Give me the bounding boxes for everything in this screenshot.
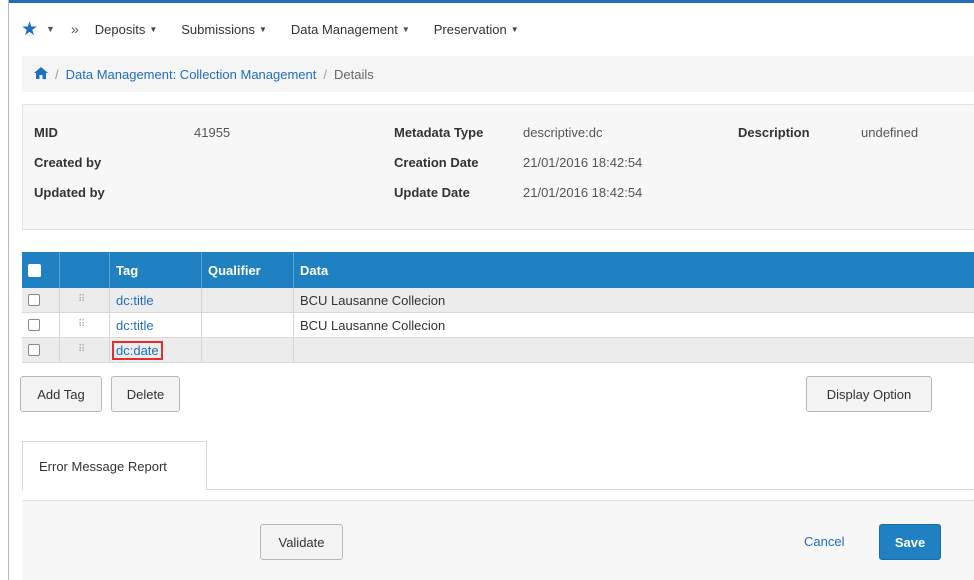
tag-cell: dc:date: [110, 338, 202, 362]
table-row[interactable]: ⠿ dc:title BCU Lausanne Collecion: [22, 288, 974, 313]
metadata-table: Tag Qualifier Data ⠿ dc:title BCU Lausan…: [22, 252, 974, 363]
tag-cell: dc:title: [110, 288, 202, 312]
drag-handle-icon[interactable]: ⠿: [60, 313, 110, 337]
breadcrumb: / Data Management: Collection Management…: [22, 56, 974, 92]
menu-preservation[interactable]: Preservation ▼: [434, 22, 519, 37]
favorites-star-icon[interactable]: ★: [21, 20, 38, 39]
qualifier-cell[interactable]: [202, 313, 294, 337]
row-checkbox[interactable]: [28, 294, 40, 306]
add-tag-button[interactable]: Add Tag: [20, 376, 102, 412]
display-option-button[interactable]: Display Option: [806, 376, 932, 412]
created-by-label: Created by: [34, 155, 102, 170]
updated-by-label: Updated by: [34, 185, 105, 200]
details-panel: MID 41955 Created by Updated by Metadata…: [22, 104, 974, 230]
main-menu: Deposits ▼ Submissions ▼ Data Management ▼ …: [95, 22, 543, 37]
column-header-data[interactable]: Data: [294, 252, 974, 288]
expand-menu-icon[interactable]: »: [71, 21, 79, 37]
update-date-label: Update Date: [394, 185, 470, 200]
menu-deposits[interactable]: Deposits ▼: [95, 22, 158, 37]
data-cell[interactable]: BCU Lausanne Collecion: [294, 313, 974, 337]
creation-date-label: Creation Date: [394, 155, 479, 170]
drag-column-header: [60, 252, 110, 288]
caret-down-icon: ▼: [258, 24, 267, 34]
tag-link[interactable]: dc:title: [116, 318, 154, 333]
tag-link[interactable]: dc:title: [116, 293, 154, 308]
row-checkbox-cell: [22, 338, 60, 362]
qualifier-cell[interactable]: [202, 288, 294, 312]
tab-divider: [207, 489, 974, 490]
save-button[interactable]: Save: [879, 524, 941, 560]
delete-button[interactable]: Delete: [111, 376, 180, 412]
qualifier-cell[interactable]: [202, 338, 294, 362]
frame-border: [8, 0, 9, 580]
breadcrumb-separator: /: [323, 66, 328, 82]
home-icon[interactable]: [34, 66, 48, 82]
menu-label: Deposits: [94, 21, 146, 37]
cancel-button[interactable]: Cancel: [804, 534, 844, 549]
menu-submissions[interactable]: Submissions ▼: [181, 22, 267, 37]
tag-cell: dc:title: [110, 313, 202, 337]
metadata-type-value: descriptive:dc: [523, 125, 603, 140]
top-navigation: ★ ▼ » Deposits ▼ Submissions ▼ Data Manage…: [9, 3, 974, 55]
drag-handle-icon[interactable]: ⠿: [60, 288, 110, 312]
menu-label: Preservation: [433, 21, 507, 37]
tag-link-highlighted[interactable]: dc:date: [112, 340, 163, 360]
description-value: undefined: [861, 125, 919, 140]
caret-down-icon: ▼: [149, 24, 158, 34]
caret-down-icon: ▼: [401, 24, 410, 34]
favorites-caret-icon[interactable]: ▼: [46, 24, 55, 34]
validate-button[interactable]: Validate: [260, 524, 343, 560]
data-cell[interactable]: [294, 338, 974, 362]
row-checkbox-cell: [22, 313, 60, 337]
mid-value: 41955: [194, 125, 231, 140]
row-checkbox-cell: [22, 288, 60, 312]
menu-data-management[interactable]: Data Management ▼: [291, 22, 410, 37]
creation-date-value: 21/01/2016 18:42:54: [523, 155, 643, 170]
select-all-cell: [22, 252, 60, 288]
mid-label: MID: [34, 125, 58, 140]
row-checkbox[interactable]: [28, 344, 40, 356]
metadata-type-label: Metadata Type: [394, 125, 484, 140]
table-row[interactable]: ⠿ dc:date: [22, 338, 974, 363]
table-row[interactable]: ⠿ dc:title BCU Lausanne Collecion: [22, 313, 974, 338]
caret-down-icon: ▼: [510, 24, 519, 34]
description-label: Description: [738, 125, 810, 140]
menu-label: Submissions: [181, 21, 255, 37]
breadcrumb-separator: /: [55, 66, 59, 82]
table-header: Tag Qualifier Data: [22, 252, 974, 288]
select-all-checkbox[interactable]: [28, 263, 41, 277]
tab-error-message-report[interactable]: Error Message Report: [22, 441, 207, 490]
row-checkbox[interactable]: [28, 319, 40, 331]
drag-handle-icon[interactable]: ⠿: [60, 338, 110, 362]
breadcrumb-current: Details: [334, 66, 374, 82]
column-header-tag[interactable]: Tag: [110, 252, 202, 288]
breadcrumb-link[interactable]: Data Management: Collection Management: [66, 67, 317, 82]
update-date-value: 21/01/2016 18:42:54: [523, 185, 643, 200]
menu-label: Data Management: [290, 21, 398, 37]
data-cell[interactable]: BCU Lausanne Collecion: [294, 288, 974, 312]
column-header-qualifier[interactable]: Qualifier: [202, 252, 294, 288]
